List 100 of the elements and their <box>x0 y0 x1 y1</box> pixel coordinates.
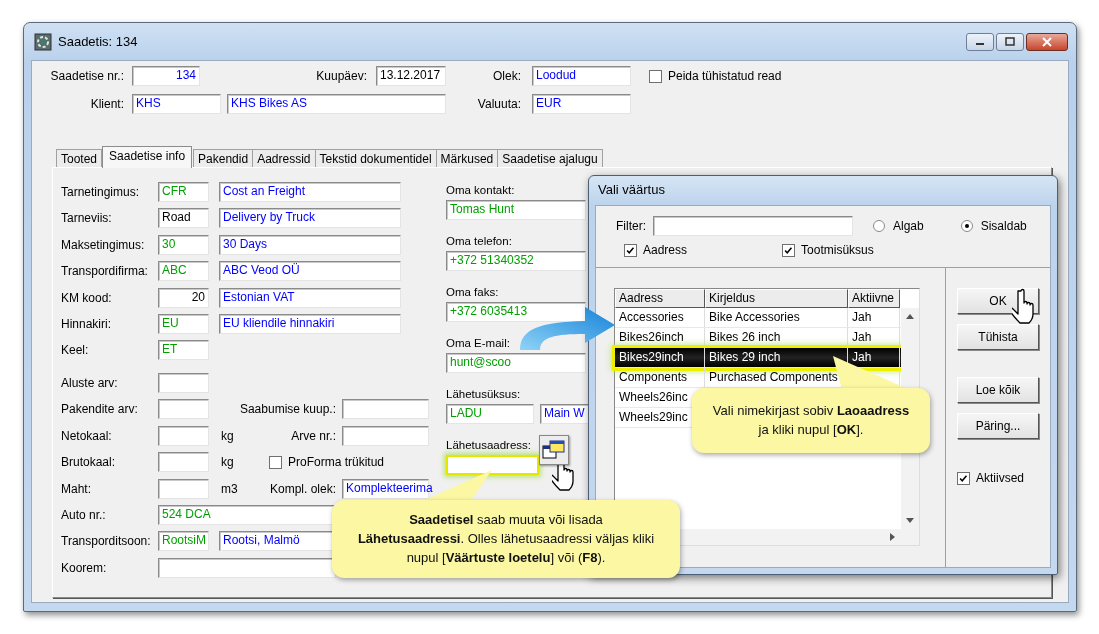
text-field[interactable]: Estonian VAT <box>219 287 401 308</box>
field-label: Auto nr.: <box>61 507 107 522</box>
dialog-button[interactable]: Tühista <box>957 324 1039 350</box>
checkbox-label: ProForma trükitud <box>288 455 385 470</box>
column-header[interactable]: Kirjeldus <box>705 289 848 308</box>
text-field[interactable] <box>158 452 209 473</box>
checkbox[interactable] <box>269 455 282 469</box>
field-label: Kuupäev: <box>316 69 367 83</box>
text-field[interactable]: Loodud <box>532 66 631 86</box>
table-row[interactable]: Accessories Bike Accessories Jah <box>615 308 901 328</box>
field-label: Lähetusaadress: <box>446 438 532 453</box>
text-field[interactable]: Delivery by Truck <box>219 208 401 229</box>
text-field[interactable]: EUR <box>532 94 631 114</box>
radio-button[interactable] <box>873 220 885 232</box>
field-label: Oma E-mail: <box>446 336 510 351</box>
text-field[interactable] <box>342 399 429 420</box>
field-label: Oma kontakt: <box>446 183 515 198</box>
checkbox[interactable] <box>649 69 662 83</box>
field-label: Lähetusüksus: <box>446 387 521 402</box>
unit-label: kg <box>220 428 235 443</box>
field-label: Filter: <box>616 219 646 233</box>
field-label: Arve nr.: <box>291 428 336 443</box>
text-field[interactable]: 524 DCA <box>158 504 336 525</box>
text-field[interactable]: KHS <box>132 94 221 114</box>
unit-label: kg <box>220 455 235 470</box>
unit-label: m3 <box>220 481 239 496</box>
field-label: Saadetise nr.: <box>50 69 124 83</box>
checkbox[interactable] <box>957 471 970 485</box>
radio-label: Sisaldab <box>980 219 1027 233</box>
text-field[interactable]: LADU <box>446 404 534 424</box>
text-field[interactable] <box>158 372 209 393</box>
close-button[interactable] <box>1026 32 1068 51</box>
checkbox-label: Aktiivsed <box>976 471 1025 485</box>
text-field[interactable] <box>342 425 429 446</box>
arrow-right-icon <box>890 533 895 541</box>
text-field[interactable]: 30 Days <box>219 234 401 255</box>
text-field[interactable] <box>653 216 853 236</box>
field-label: Olek: <box>493 69 521 83</box>
text-field[interactable]: Cost an Freight <box>219 182 401 202</box>
checkbox-label: Tootmisüksus <box>801 243 874 257</box>
close-icon <box>1041 36 1053 47</box>
text-field[interactable]: ABC <box>158 261 209 282</box>
text-field[interactable]: 30 <box>158 234 209 255</box>
text-field[interactable]: EU kliendile hinnakiri <box>219 313 401 334</box>
text-field[interactable]: +372 6035413 <box>446 302 586 322</box>
table-cell: Bikes29inch <box>615 348 705 367</box>
radio-label: Algab <box>893 219 924 233</box>
radio-button[interactable] <box>960 220 973 232</box>
arrow-up-icon <box>906 314 914 319</box>
field-label: Aluste arv: <box>61 375 119 390</box>
field-label: Klient: <box>90 97 124 111</box>
field-label: Kompl. olek: <box>269 481 336 496</box>
column-header[interactable]: Aktiivne <box>848 289 900 308</box>
field-label: Keel: <box>61 343 90 358</box>
field-label: Tarnetingimus: <box>61 185 141 199</box>
text-field[interactable]: 134 <box>132 66 200 86</box>
text-field[interactable]: KHS Bikes AS <box>227 94 446 114</box>
window-title: Saadetis: 134 <box>58 34 138 49</box>
text-field[interactable]: hunt@scoo <box>446 353 586 373</box>
field-label: Transporditsoon: <box>61 534 152 549</box>
checkbox[interactable] <box>624 243 637 257</box>
text-field[interactable] <box>158 557 336 578</box>
value-list-button[interactable] <box>539 435 569 465</box>
text-field[interactable] <box>158 399 209 420</box>
table-cell: Bike Accessories <box>705 308 848 327</box>
checkbox-label: Peida tühistatud read <box>668 69 782 83</box>
tab[interactable]: Saadetise info <box>102 146 193 168</box>
text-field[interactable] <box>158 478 209 499</box>
field-label: KM kood: <box>61 290 113 305</box>
text-field[interactable]: 13.12.2017 <box>376 66 446 86</box>
maximize-button[interactable] <box>996 32 1024 51</box>
table-row[interactable]: Bikes29inch Bikes 29 inch Jah <box>615 348 901 368</box>
text-field[interactable]: Road <box>158 208 209 229</box>
text-field[interactable]: ABC Veod OÜ <box>219 261 401 282</box>
table-cell: Jah <box>848 308 900 327</box>
field-label: Maksetingimus: <box>61 237 146 252</box>
text-field[interactable]: RootsiM <box>158 531 209 552</box>
text-field[interactable]: Main W <box>540 404 589 424</box>
field-label: Saabumise kuup.: <box>239 402 336 417</box>
windows-icon <box>542 439 566 461</box>
field-label: Oma telefon: <box>446 234 512 249</box>
dialog-button[interactable]: Päring... <box>957 413 1039 439</box>
field-label: Transpordifirma: <box>61 264 149 279</box>
text-field[interactable] <box>158 425 209 446</box>
checkbox[interactable] <box>782 243 796 257</box>
minimize-button[interactable] <box>966 32 994 51</box>
text-field[interactable]: Tomas Hunt <box>446 200 586 220</box>
field-label: Maht: <box>61 481 92 496</box>
app-icon <box>34 32 52 51</box>
maximize-icon <box>1005 37 1015 46</box>
field-label: Hinnakiri: <box>61 316 112 331</box>
text-field[interactable]: 20 <box>158 287 209 308</box>
table-cell: Components <box>615 368 705 387</box>
text-field[interactable]: +372 51340352 <box>446 251 586 271</box>
column-header[interactable]: Aadress <box>615 289 705 308</box>
field-label: Netokaal: <box>61 428 113 443</box>
field-label: Valuuta: <box>477 97 521 111</box>
arrow-down-icon <box>906 518 914 523</box>
field-label: Oma faks: <box>446 285 499 300</box>
dialog-button[interactable]: Loe kõik <box>957 377 1039 403</box>
